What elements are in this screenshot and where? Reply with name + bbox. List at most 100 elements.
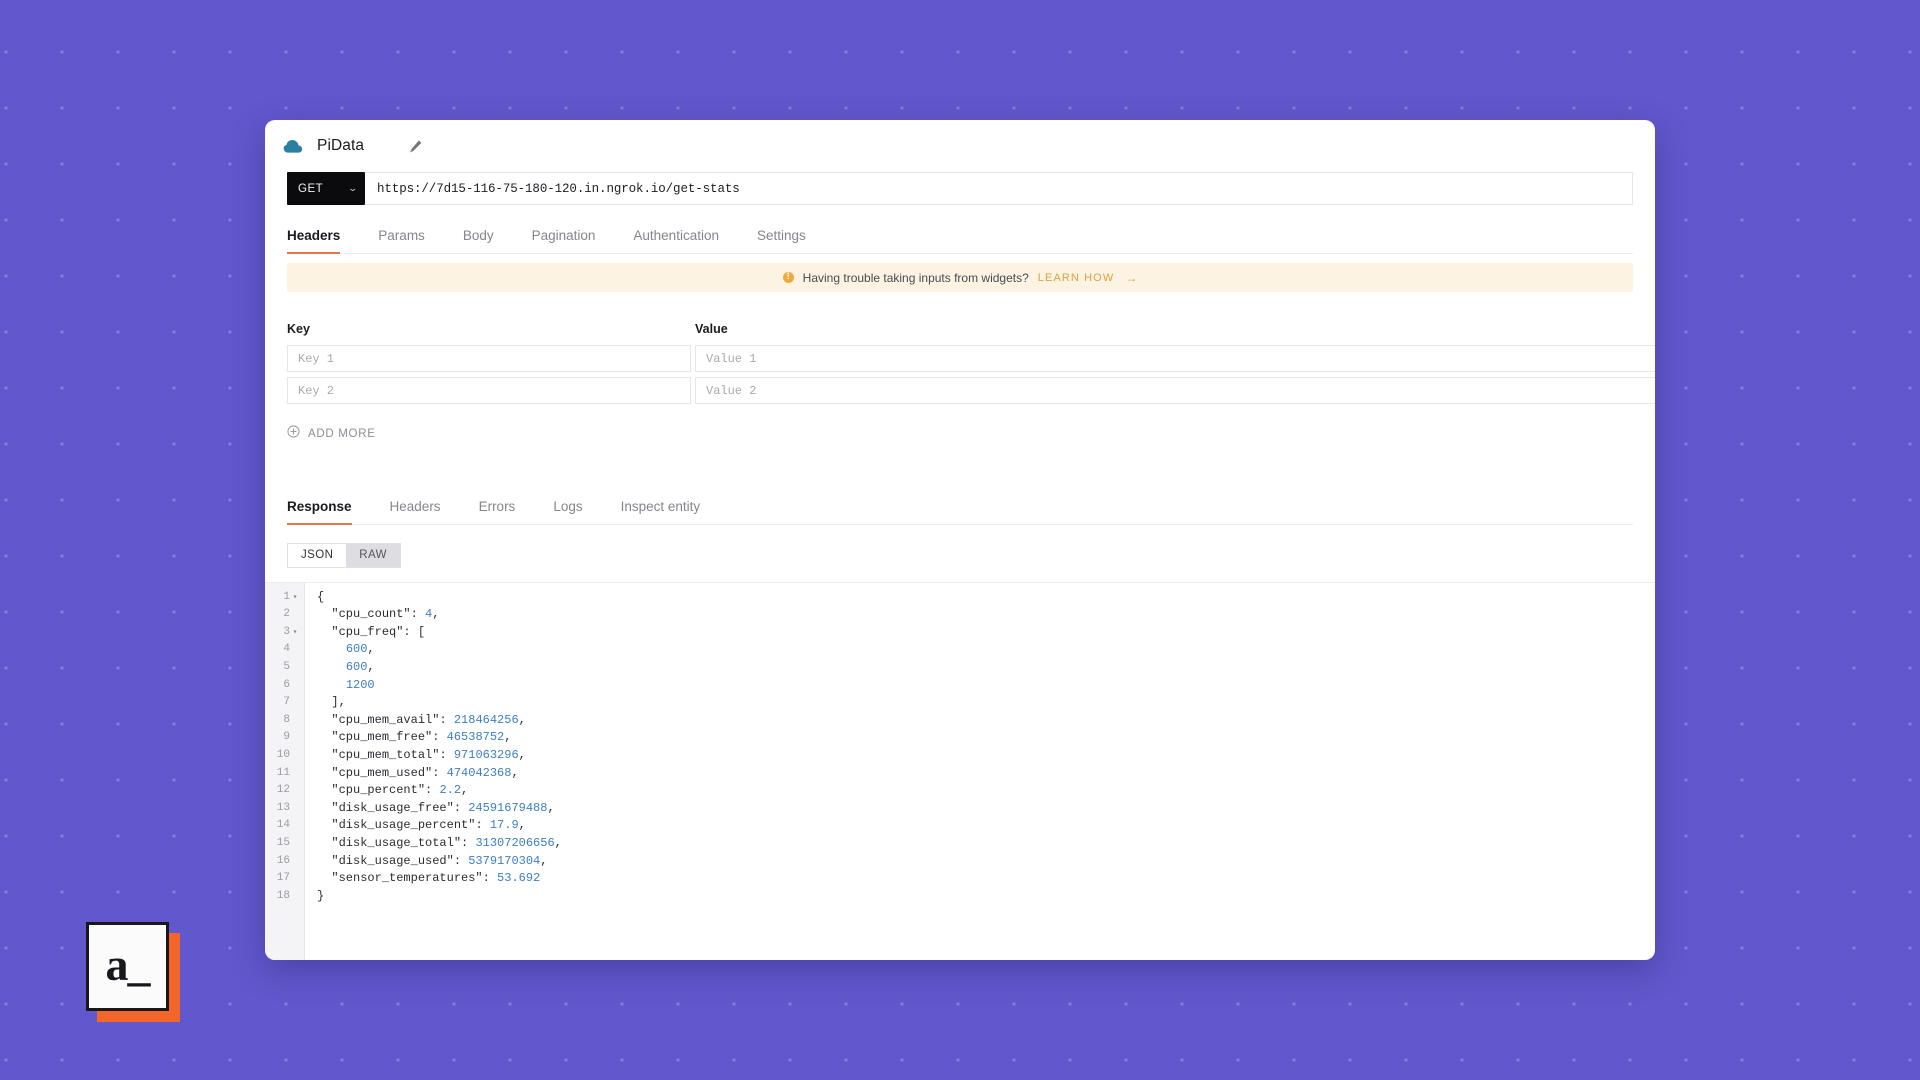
line-number-text: 8 <box>283 713 290 726</box>
brand-logo-badge: a_ <box>86 922 180 1022</box>
code-line: "cpu_freq": [ <box>331 624 426 639</box>
line-number: 2▾ <box>265 606 304 624</box>
line-number: 11▾ <box>265 765 304 783</box>
line-number-text: 14 <box>276 819 290 832</box>
line-number-gutter: 1▾2▾3▾4▾5▾6▾7▾8▾9▾10▾11▾12▾13▾14▾15▾16▾1… <box>265 582 305 960</box>
line-number-text: 18 <box>276 889 290 902</box>
format-json-button[interactable]: JSON <box>288 543 347 567</box>
line-number: 14▾ <box>265 817 304 835</box>
tab-response[interactable]: Response <box>287 499 352 525</box>
line-number: 16▾ <box>265 853 304 871</box>
key-column-label: Key <box>287 322 310 336</box>
code-line: "disk_usage_used": 5379170304, <box>331 853 548 868</box>
line-number: 3 ▾ <box>265 624 304 642</box>
line-number: 13▾ <box>265 800 304 818</box>
fold-triangle-icon[interactable]: ▾ <box>290 624 300 642</box>
code-line: "cpu_percent": 2.2, <box>331 783 469 798</box>
logo-text: a_ <box>105 938 151 990</box>
tab-errors[interactable]: Errors <box>479 499 516 525</box>
tab-body[interactable]: Body <box>463 228 494 254</box>
add-more-button[interactable]: ADD MORE <box>287 425 417 443</box>
tab-settings[interactable]: Settings <box>757 228 806 254</box>
header-value-input-1[interactable] <box>695 345 1655 372</box>
line-number: 9▾ <box>265 729 304 747</box>
request-url-input[interactable] <box>365 172 1633 205</box>
line-number: 12▾ <box>265 782 304 800</box>
line-number-text: 1 <box>283 590 290 603</box>
line-number-text: 16 <box>276 854 290 867</box>
chevron-down-icon: ⌄ <box>347 183 359 193</box>
add-more-label: ADD MORE <box>308 428 376 440</box>
api-editor-card: PiData GET ⌄ Headers Params Body Paginat… <box>265 120 1655 960</box>
line-number: 5▾ <box>265 659 304 677</box>
line-number-text: 11 <box>276 766 290 779</box>
pencil-icon[interactable] <box>404 135 426 157</box>
line-number-text: 6 <box>283 678 290 691</box>
cloud-icon <box>283 136 303 156</box>
line-number: 8▾ <box>265 712 304 730</box>
header-value-input-2[interactable] <box>695 377 1655 404</box>
code-line: "cpu_mem_total": 971063296, <box>331 748 526 762</box>
line-number: 15▾ <box>265 835 304 853</box>
response-json-viewer[interactable]: 1▾2▾3▾4▾5▾6▾7▾8▾9▾10▾11▾12▾13▾14▾15▾16▾1… <box>265 581 1655 960</box>
card-title-row: PiData <box>265 120 1655 172</box>
format-raw-button[interactable]: RAW <box>346 543 400 567</box>
line-number: 6▾ <box>265 677 304 695</box>
plus-circle-icon <box>287 425 300 443</box>
learn-how-link[interactable]: LEARN HOW <box>1038 272 1115 284</box>
response-tabs: Response Headers Errors Logs Inspect ent… <box>287 498 1633 525</box>
arrow-right-icon: → <box>1125 270 1138 285</box>
line-number-text: 10 <box>276 749 290 761</box>
line-number-text: 13 <box>276 801 290 814</box>
line-number: 10▾ <box>265 747 304 765</box>
fold-triangle-icon[interactable]: ▾ <box>290 589 300 607</box>
logo-face: a_ <box>86 922 169 1011</box>
tab-headers[interactable]: Headers <box>287 228 341 254</box>
line-number-text: 15 <box>276 836 290 849</box>
request-url-row: GET ⌄ <box>287 172 1633 205</box>
header-key-input-1[interactable] <box>287 345 691 372</box>
headers-key-value-form: Key Value ADD MORE <box>265 292 1655 443</box>
line-number-text: 9 <box>283 731 290 744</box>
code-line: "cpu_mem_avail": 218464256, <box>331 712 526 727</box>
line-number-text: 3 <box>283 625 290 638</box>
code-line: { <box>317 589 325 604</box>
line-number: 1 ▾ <box>265 589 304 607</box>
kv-column-headers: Key Value <box>287 322 1655 336</box>
line-number-text: 7 <box>283 696 290 709</box>
response-format-toggle: JSON RAW <box>287 542 401 568</box>
line-number: 17▾ <box>265 870 304 888</box>
code-line: 600, <box>345 660 375 675</box>
code-line: "disk_usage_total": 31307206656, <box>331 835 562 850</box>
line-number-text: 4 <box>283 643 290 656</box>
code-line: 600, <box>345 642 375 657</box>
code-line: } <box>317 888 325 903</box>
page-title: PiData <box>317 137 365 154</box>
widget-input-hint-banner: Having trouble taking inputs from widget… <box>287 263 1633 292</box>
http-method-select[interactable]: GET ⌄ <box>287 172 365 205</box>
banner-message: Having trouble taking inputs from widget… <box>802 270 1029 285</box>
code-line: "disk_usage_free": 24591679488, <box>331 800 555 815</box>
header-key-input-2[interactable] <box>287 377 691 404</box>
code-line: "sensor_temperatures": 53.692 <box>331 871 541 886</box>
http-method-value: GET <box>298 182 324 195</box>
tab-logs[interactable]: Logs <box>553 499 582 525</box>
tab-pagination[interactable]: Pagination <box>532 228 596 254</box>
tab-params[interactable]: Params <box>378 228 425 254</box>
tab-response-headers[interactable]: Headers <box>390 499 441 525</box>
code-line: 1200 <box>345 677 375 692</box>
tab-authentication[interactable]: Authentication <box>633 228 719 254</box>
value-column-label: Value <box>695 322 728 336</box>
warning-icon <box>782 270 794 283</box>
line-number-text: 2 <box>283 608 290 621</box>
line-number-text: 5 <box>283 661 290 674</box>
line-number: 18▾ <box>265 888 304 906</box>
form-spacer <box>265 443 1655 498</box>
line-number: 4▾ <box>265 641 304 659</box>
table-row <box>287 377 1655 404</box>
table-row <box>287 345 1655 372</box>
code-line: "cpu_mem_free": 46538752, <box>331 730 512 745</box>
line-number: 7▾ <box>265 694 304 712</box>
line-number-text: 12 <box>276 784 290 797</box>
tab-inspect-entity[interactable]: Inspect entity <box>621 499 701 525</box>
